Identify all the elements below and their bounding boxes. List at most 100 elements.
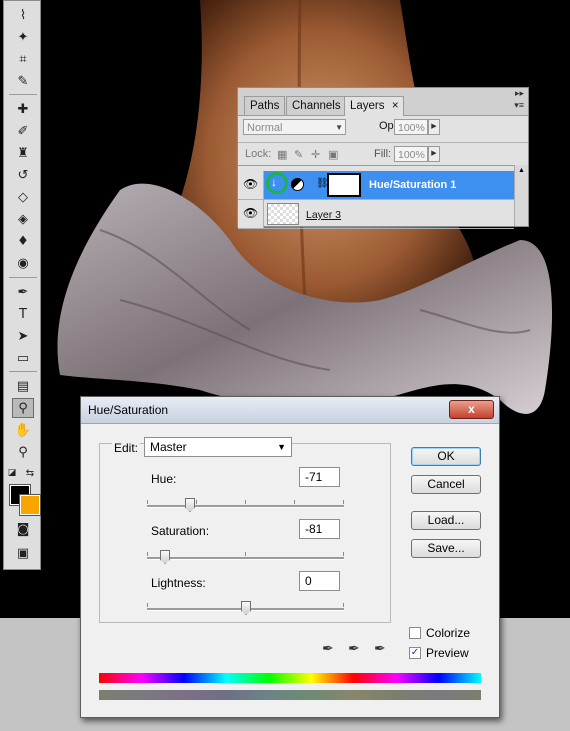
- healing-brush-icon[interactable]: ✚: [12, 99, 34, 119]
- layers-panel: Paths Channels Layers × ▸▸ ▾≡ Normal ▼ O…: [237, 87, 529, 229]
- eraser-icon[interactable]: ◇: [12, 187, 34, 207]
- hue-field[interactable]: -71: [299, 467, 340, 487]
- ok-button[interactable]: OK: [411, 447, 481, 466]
- tab-layers-label: Layers: [350, 100, 385, 112]
- panel-menu-icon[interactable]: ▾≡: [514, 100, 524, 111]
- tab-paths[interactable]: Paths: [244, 96, 286, 115]
- edit-channel-value: Master: [150, 440, 187, 454]
- hue-slider-track[interactable]: [147, 498, 344, 512]
- hand-icon[interactable]: ✋: [12, 420, 34, 440]
- eyedropper-icon[interactable]: ✒: [322, 641, 334, 657]
- colorize-checkbox[interactable]: [409, 627, 421, 639]
- dodge-icon[interactable]: ◉: [12, 253, 34, 273]
- default-colors-icon[interactable]: ◪: [6, 463, 18, 483]
- opacity-arrow-icon[interactable]: ▶: [428, 119, 440, 135]
- background-color-swatch[interactable]: [19, 494, 41, 516]
- adjustment-layer-icon: [291, 178, 304, 191]
- panel-tabbar: Paths Channels Layers × ▸▸ ▾≡: [238, 88, 528, 116]
- lightness-slider-track[interactable]: [147, 601, 344, 615]
- slider-tick: [245, 552, 246, 556]
- preview-label: Preview: [426, 646, 469, 660]
- fill-label: Fill:: [374, 148, 392, 160]
- type-icon[interactable]: T: [12, 304, 34, 324]
- clone-stamp-icon[interactable]: ♜: [12, 143, 34, 163]
- screen-mode-icon[interactable]: ▣: [12, 543, 34, 563]
- saturation-label: Saturation:: [151, 524, 210, 538]
- save-button[interactable]: Save...: [411, 539, 481, 558]
- path-selection-icon[interactable]: ➤: [12, 326, 34, 346]
- eye-icon[interactable]: 👁: [243, 177, 258, 191]
- close-icon: x: [468, 402, 475, 416]
- lock-position-icon[interactable]: ✛: [311, 148, 320, 161]
- slice-icon[interactable]: ✎: [12, 71, 34, 91]
- fill-field[interactable]: 100%: [394, 146, 428, 162]
- toolbox-divider: [9, 277, 37, 278]
- lasso-icon[interactable]: ⌇: [12, 5, 34, 25]
- eyedropper-plus-icon[interactable]: ✒: [348, 641, 360, 657]
- swap-colors-icon[interactable]: ⇆: [24, 463, 36, 483]
- hue-label: Hue:: [151, 472, 177, 486]
- chevron-down-icon: ▼: [335, 123, 343, 132]
- eye-icon[interactable]: 👁: [243, 206, 258, 220]
- history-brush-icon[interactable]: ↺: [12, 165, 34, 185]
- slider-tick: [294, 500, 295, 504]
- magic-wand-icon[interactable]: ✦: [12, 27, 34, 47]
- dialog-titlebar[interactable]: Hue/Saturation x: [81, 397, 499, 424]
- layer-row-hue-saturation[interactable]: 👁 ↓ ⛓ Hue/Saturation 1: [238, 171, 514, 200]
- saturation-field[interactable]: -81: [299, 519, 340, 539]
- blend-mode-value: Normal: [247, 122, 283, 134]
- crop-icon[interactable]: ⌗: [12, 49, 34, 69]
- brush-icon[interactable]: ✐: [12, 121, 34, 141]
- slider-tick: [343, 552, 344, 556]
- edit-channel-select[interactable]: Master ▼: [144, 437, 292, 457]
- opacity-field[interactable]: 100%: [394, 119, 428, 135]
- layers-scrollbar[interactable]: ▲: [514, 165, 528, 226]
- notes-icon[interactable]: ▤: [12, 376, 34, 396]
- shape-icon[interactable]: ▭: [12, 348, 34, 368]
- chevron-down-icon: ▼: [277, 442, 286, 452]
- slider-tick: [196, 500, 197, 504]
- lock-pixels-icon[interactable]: ✎: [294, 148, 303, 161]
- lock-label: Lock:: [245, 148, 272, 160]
- lightness-field[interactable]: 0: [299, 571, 340, 591]
- preview-checkbox[interactable]: ✓: [409, 647, 421, 659]
- pen-icon[interactable]: ✒: [12, 282, 34, 302]
- tab-channels[interactable]: Channels: [286, 96, 347, 115]
- layer-name[interactable]: Layer 3: [306, 209, 341, 221]
- slider-tick: [245, 500, 246, 504]
- lock-all-icon[interactable]: ▣: [328, 148, 338, 161]
- slider-tick: [343, 500, 344, 504]
- tab-layers[interactable]: Layers ×: [344, 96, 404, 116]
- tab-close-icon[interactable]: ×: [392, 97, 399, 115]
- visibility-cell[interactable]: 👁: [238, 171, 264, 199]
- panel-collapse-icon[interactable]: ▸▸: [515, 88, 524, 99]
- visibility-cell[interactable]: 👁: [238, 200, 264, 228]
- layer-mask-thumbnail[interactable]: [327, 173, 361, 197]
- slider-tick: [343, 603, 344, 607]
- edit-label: Edit:: [112, 441, 141, 455]
- cancel-button[interactable]: Cancel: [411, 475, 481, 494]
- slider-tick: [147, 552, 148, 556]
- paint-bucket-icon[interactable]: ◈: [12, 209, 34, 229]
- zoom-icon[interactable]: ⚲: [12, 442, 34, 462]
- eyedropper-minus-icon[interactable]: ✒: [374, 641, 386, 657]
- scroll-up-icon[interactable]: ▲: [518, 167, 525, 174]
- slider-tick: [147, 603, 148, 607]
- toolbox: ⌇ ✦ ⌗ ✎ ✚ ✐ ♜ ↺ ◇ ◈ ♦ ◉ ✒ T ➤ ▭ ▤ ⚲ ✋ ⚲ …: [3, 0, 41, 570]
- eyedropper-icon[interactable]: ⚲: [12, 398, 34, 418]
- adjustment-groupbox: [99, 443, 391, 623]
- saturation-slider-track[interactable]: [147, 550, 344, 564]
- toolbox-divider: [9, 94, 37, 95]
- blur-icon[interactable]: ♦: [12, 231, 34, 251]
- fill-arrow-icon[interactable]: ▶: [428, 146, 440, 162]
- layer-row-layer-3[interactable]: 👁 Layer 3: [238, 200, 514, 229]
- lightness-label: Lightness:: [151, 576, 206, 590]
- dialog-title: Hue/Saturation: [88, 403, 169, 417]
- blend-mode-select[interactable]: Normal ▼: [243, 119, 346, 135]
- quick-mask-icon[interactable]: ◙: [12, 519, 34, 539]
- load-button[interactable]: Load...: [411, 511, 481, 530]
- lock-transparency-icon[interactable]: ▦: [277, 148, 287, 161]
- layer-thumbnail[interactable]: [267, 203, 299, 225]
- layer-name[interactable]: Hue/Saturation 1: [369, 179, 456, 191]
- close-button[interactable]: x: [449, 400, 494, 419]
